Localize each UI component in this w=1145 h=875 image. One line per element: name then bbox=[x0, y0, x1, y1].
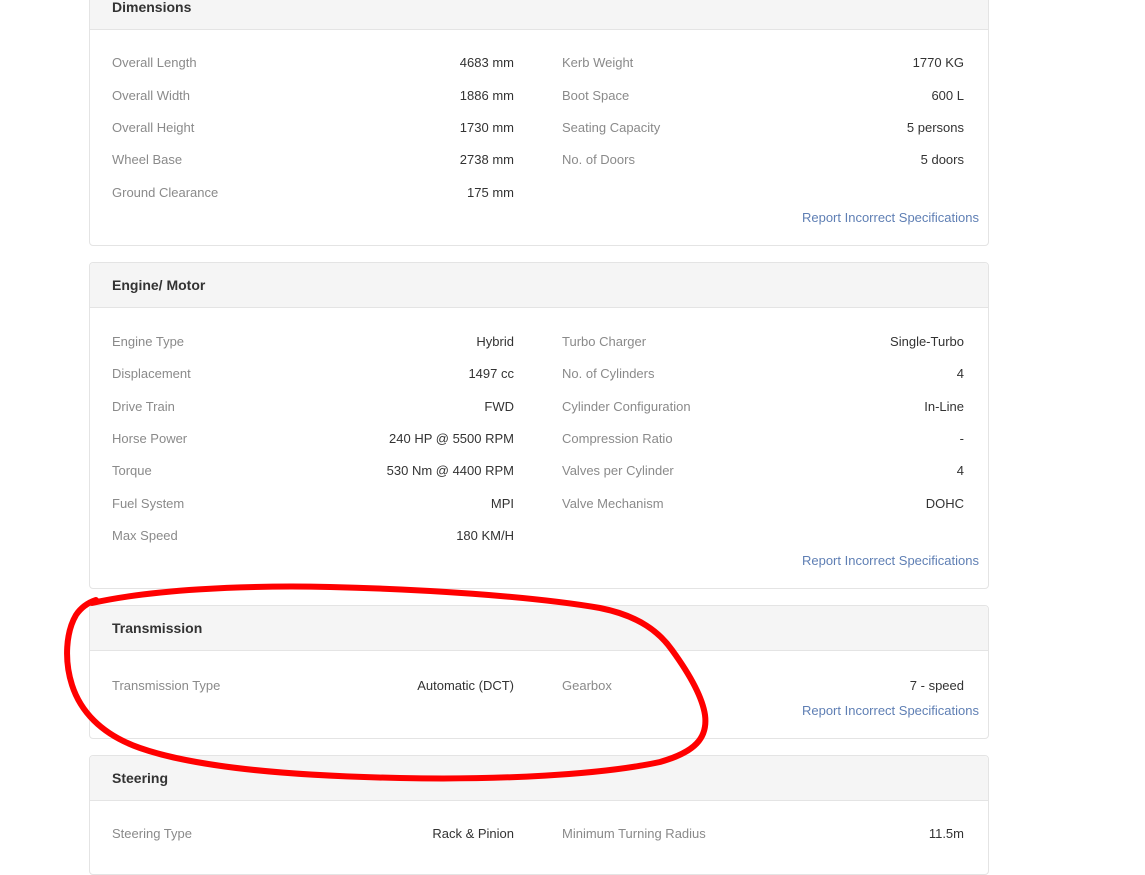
spec-value-minimum-turning-radius: 11.5m bbox=[928, 826, 964, 841]
spec-label-transmission-type: Transmission Type bbox=[112, 678, 221, 693]
spec-label-ground-clearance: Ground Clearance bbox=[112, 185, 219, 200]
spec-label-kerb-weight: Kerb Weight bbox=[562, 55, 634, 70]
spec-value-displacement: 1497 cc bbox=[468, 366, 514, 381]
spec-value-valve-mechanism: DOHC bbox=[925, 496, 964, 511]
spec-value-valves-per-cylinder: 4 bbox=[956, 463, 964, 478]
transmission-card: Transmission Transmission Type Automatic… bbox=[89, 605, 989, 739]
spec-label-overall-length: Overall Length bbox=[112, 55, 197, 70]
spec-value-ground-clearance: 175 mm bbox=[467, 185, 514, 200]
spec-value-kerb-weight: 1770 KG bbox=[912, 55, 964, 70]
spec-value-horse-power: 240 HP @ 5500 RPM bbox=[389, 431, 514, 446]
spec-value-gearbox: 7 - speed bbox=[909, 678, 964, 693]
spec-label-overall-width: Overall Width bbox=[112, 88, 191, 103]
spec-value-drive-train: FWD bbox=[484, 399, 514, 414]
steering-title: Steering bbox=[112, 770, 169, 786]
report-incorrect-specifications-link[interactable]: Report Incorrect Specifications bbox=[802, 703, 979, 718]
spec-value-torque: 530 Nm @ 4400 RPM bbox=[386, 463, 514, 478]
spec-value-boot-space: 600 L bbox=[931, 88, 964, 103]
spec-label-fuel-system: Fuel System bbox=[112, 496, 185, 511]
transmission-card-header: Transmission bbox=[90, 606, 988, 651]
report-incorrect-specifications-link[interactable]: Report Incorrect Specifications bbox=[802, 553, 979, 568]
spec-value-wheel-base: 2738 mm bbox=[459, 152, 514, 167]
spec-label-cylinder-configuration: Cylinder Configuration bbox=[562, 399, 691, 414]
spec-value-compression-ratio: - bbox=[959, 431, 964, 446]
engine-title: Engine/ Motor bbox=[112, 277, 206, 293]
spec-value-overall-height: 1730 mm bbox=[459, 120, 514, 135]
spec-value-no-of-doors: 5 doors bbox=[920, 152, 964, 167]
spec-value-fuel-system: MPI bbox=[490, 496, 514, 511]
spec-value-transmission-type: Automatic (DCT) bbox=[417, 678, 514, 693]
spec-label-drive-train: Drive Train bbox=[112, 399, 175, 414]
dimensions-card: Dimensions Overall Length 4683 mm Overal… bbox=[89, 0, 989, 246]
steering-card-header: Steering bbox=[90, 756, 988, 801]
spec-value-overall-width: 1886 mm bbox=[459, 88, 514, 103]
dimensions-title: Dimensions bbox=[112, 0, 192, 15]
spec-value-steering-type: Rack & Pinion bbox=[432, 826, 514, 841]
spec-label-minimum-turning-radius: Minimum Turning Radius bbox=[562, 826, 706, 841]
spec-label-valve-mechanism: Valve Mechanism bbox=[562, 496, 664, 511]
spec-label-horse-power: Horse Power bbox=[112, 431, 188, 446]
spec-label-no-of-doors: No. of Doors bbox=[562, 152, 635, 167]
dimensions-card-header: Dimensions bbox=[90, 0, 988, 30]
spec-label-gearbox: Gearbox bbox=[562, 678, 612, 693]
spec-label-overall-height: Overall Height bbox=[112, 120, 195, 135]
spec-label-turbo-charger: Turbo Charger bbox=[562, 334, 647, 349]
spec-label-max-speed: Max Speed bbox=[112, 528, 178, 543]
transmission-title: Transmission bbox=[112, 620, 203, 636]
spec-value-no-of-cylinders: 4 bbox=[956, 366, 964, 381]
spec-label-seating-capacity: Seating Capacity bbox=[562, 120, 661, 135]
spec-value-cylinder-configuration: In-Line bbox=[924, 399, 964, 414]
spec-label-steering-type: Steering Type bbox=[112, 826, 192, 841]
spec-value-overall-length: 4683 mm bbox=[459, 55, 514, 70]
spec-label-no-of-cylinders: No. of Cylinders bbox=[562, 366, 655, 381]
engine-card: Engine/ Motor Engine Type Hybrid Displac… bbox=[89, 262, 989, 589]
spec-label-wheel-base: Wheel Base bbox=[112, 152, 183, 167]
engine-card-header: Engine/ Motor bbox=[90, 263, 988, 308]
spec-label-boot-space: Boot Space bbox=[562, 88, 630, 103]
spec-label-engine-type: Engine Type bbox=[112, 334, 185, 349]
spec-label-torque: Torque bbox=[112, 463, 152, 478]
spec-value-seating-capacity: 5 persons bbox=[906, 120, 964, 135]
spec-label-compression-ratio: Compression Ratio bbox=[562, 431, 673, 446]
spec-label-valves-per-cylinder: Valves per Cylinder bbox=[562, 463, 674, 478]
report-incorrect-specifications-link[interactable]: Report Incorrect Specifications bbox=[802, 210, 979, 225]
steering-card: Steering Steering Type Rack & Pinion Min… bbox=[89, 755, 989, 875]
spec-value-engine-type: Hybrid bbox=[476, 334, 514, 349]
spec-value-max-speed: 180 KM/H bbox=[456, 528, 514, 543]
spec-value-turbo-charger: Single-Turbo bbox=[890, 334, 964, 349]
spec-label-displacement: Displacement bbox=[112, 366, 191, 381]
